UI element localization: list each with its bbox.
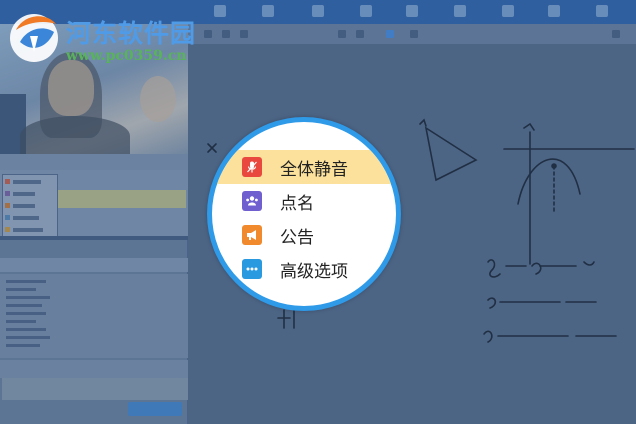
- toolbar-icon[interactable]: [406, 5, 418, 17]
- menu-item-label: 点名: [280, 193, 314, 214]
- shape-tool-icon[interactable]: [222, 30, 230, 38]
- toolbar-icon[interactable]: [548, 5, 560, 17]
- menu-item-label: 全体静音: [280, 159, 348, 180]
- toolbar-icon[interactable]: [502, 5, 514, 17]
- magnified-menu-callout: 全体静音 点名 公告 高级选项: [207, 117, 401, 311]
- more-options-icon: [242, 259, 262, 279]
- roll-call-people-icon: [242, 191, 262, 211]
- menu-item-label: 公告: [280, 227, 314, 248]
- undo-tool-icon[interactable]: [410, 30, 418, 38]
- text-tool-icon[interactable]: [338, 30, 346, 38]
- site-url: www.pc0359.cn: [66, 48, 187, 64]
- menu-item-mute-all[interactable]: 全体静音: [212, 150, 396, 184]
- site-logo-icon: [10, 14, 58, 62]
- menu-item-roll-call[interactable]: 点名: [212, 184, 396, 218]
- close-board-icon[interactable]: [612, 30, 620, 38]
- whiteboard-toolbar: [188, 24, 636, 44]
- menu-item-announcement[interactable]: 公告: [212, 218, 396, 252]
- site-logo: 河东软件园 www.pc0359.cn: [4, 6, 195, 70]
- mute-mic-icon: [242, 157, 262, 177]
- color-tool-icon[interactable]: [386, 30, 394, 38]
- toolbar-icon[interactable]: [312, 5, 324, 17]
- chat-input-toolbar[interactable]: [0, 360, 188, 378]
- menu-item-advanced-options[interactable]: 高级选项: [212, 252, 396, 286]
- class-control-menu: 全体静音 点名 公告 高级选项: [212, 122, 396, 306]
- eraser-tool-icon[interactable]: [356, 30, 364, 38]
- toolbar-icon[interactable]: [454, 5, 466, 17]
- site-name: 河东软件园: [66, 19, 197, 48]
- announcement-megaphone-icon: [242, 225, 262, 245]
- toolbar-icon[interactable]: [262, 5, 274, 17]
- chat-input[interactable]: [2, 378, 188, 400]
- line-tool-icon[interactable]: [240, 30, 248, 38]
- chat-messages: [0, 274, 188, 358]
- send-button[interactable]: [128, 402, 182, 416]
- chat-tabs[interactable]: [0, 258, 188, 272]
- menu-item-label: 高级选项: [280, 261, 348, 282]
- context-menu: [2, 174, 58, 238]
- panel-tabs[interactable]: [0, 154, 188, 170]
- toolbar-icon[interactable]: [596, 5, 608, 17]
- toolbar-icon[interactable]: [360, 5, 372, 17]
- toolbar-icon[interactable]: [214, 5, 226, 17]
- left-panel: [0, 24, 188, 424]
- pen-tool-icon[interactable]: [204, 30, 212, 38]
